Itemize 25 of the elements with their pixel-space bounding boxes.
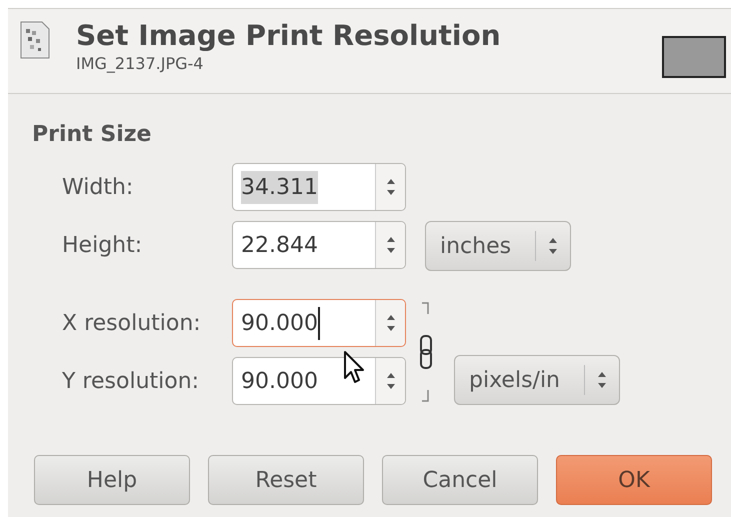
number-spin-field[interactable]: 22.844 xyxy=(232,221,406,269)
dialog-title: Set Image Print Resolution xyxy=(76,19,501,53)
field-label: X resolution: xyxy=(61,310,202,338)
image-preview xyxy=(662,36,726,78)
mouse-pointer-icon xyxy=(343,350,365,384)
dropdown-value: inches xyxy=(440,232,512,260)
number-spin-field[interactable]: 90.000 xyxy=(232,299,406,347)
field-value: 90.000 xyxy=(241,368,318,396)
field-label: Y resolution: xyxy=(61,368,200,396)
unit-dropdown[interactable]: pixels/in xyxy=(454,355,620,405)
dialog-button[interactable]: Cancel xyxy=(382,455,538,505)
dropdown-value: pixels/in xyxy=(469,366,561,394)
field-label: Height: xyxy=(61,232,144,260)
field-value: 90.000 xyxy=(241,306,320,340)
section-title: Print Size xyxy=(32,122,152,147)
field-label: Width: xyxy=(61,174,134,202)
field-value: 34.311 xyxy=(241,170,318,204)
dialog-button[interactable]: Reset xyxy=(208,455,364,505)
field-value: 22.844 xyxy=(241,232,318,260)
dialog-button[interactable]: OK xyxy=(556,455,712,505)
image-file-icon xyxy=(20,21,50,59)
unit-dropdown[interactable]: inches xyxy=(425,221,572,271)
image-name: IMG_2137.JPG-4 xyxy=(76,53,204,75)
number-spin-field[interactable]: 34.311 xyxy=(232,163,406,211)
dialog-button[interactable]: Help xyxy=(34,455,190,505)
